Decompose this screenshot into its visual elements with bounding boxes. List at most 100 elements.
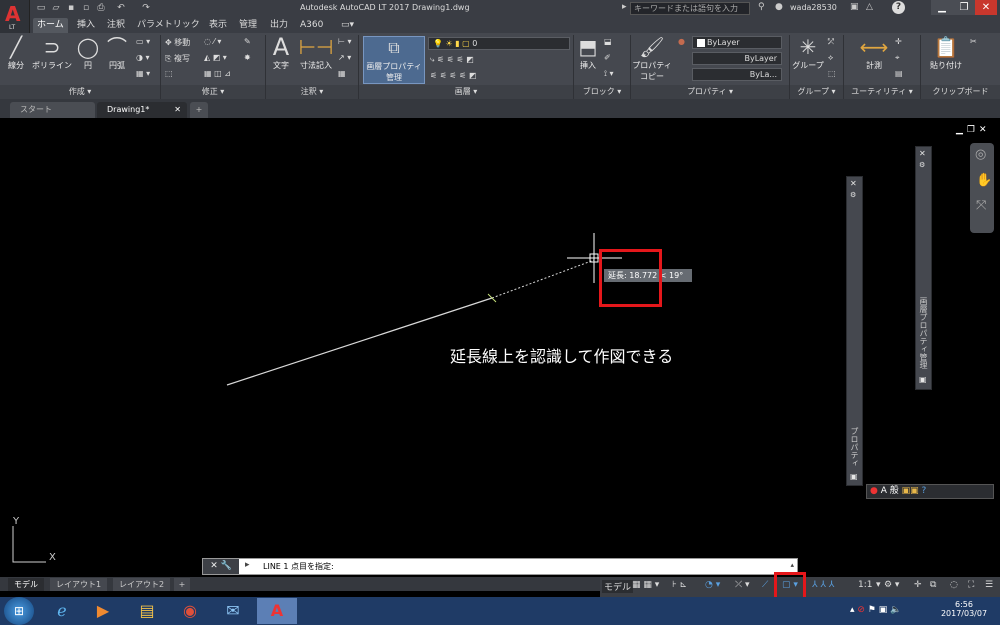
scale-dropdown-icon[interactable]: ▾	[876, 580, 881, 590]
mirror-icon[interactable]: ◭ ◩ ▾	[204, 53, 227, 62]
tab-model[interactable]: モデル	[8, 578, 44, 591]
steering-wheel-icon[interactable]: ◎	[975, 147, 986, 162]
units-icon[interactable]: ⧉	[930, 580, 936, 590]
application-menu-button[interactable]: A LT	[0, 0, 30, 33]
quick-calc-icon[interactable]: ✛	[895, 37, 902, 46]
layer-properties-palette[interactable]: ✕ ⚙ 画層プロパティ管理 ▣	[915, 146, 932, 390]
system-tray[interactable]: ▴ ⊘ ⚑ ▣ 🔈	[850, 605, 901, 615]
create-block-icon[interactable]: ⬓	[604, 37, 612, 46]
erase-icon[interactable]: ✎	[244, 37, 251, 46]
stretch-icon[interactable]: ⬚	[165, 69, 173, 78]
ime-help-icon[interactable]: ?	[922, 486, 927, 496]
model-space-button[interactable]: モデル	[602, 580, 634, 593]
group-edit-icon[interactable]: ⟡	[828, 53, 833, 63]
insert-button[interactable]: ⬒ 挿入	[575, 36, 601, 71]
line-button[interactable]: ╱ 線分	[3, 36, 29, 71]
tab-drawing1[interactable]: Drawing1* ✕	[97, 102, 187, 118]
modify-panel-title[interactable]: 修正 ▾	[161, 85, 265, 99]
ime-language-bar[interactable]: ● A 般 ▣▣ ?	[866, 484, 994, 499]
cut-icon[interactable]: ✂	[970, 37, 977, 46]
polyline-button[interactable]: ⊃ ポリライン	[30, 36, 74, 71]
taskbar-clock[interactable]: 6:56 2017/03/07	[935, 600, 993, 618]
internet-explorer-icon[interactable]: ℯ	[42, 598, 82, 624]
paste-button[interactable]: 📋 貼り付け	[926, 36, 966, 71]
palette-close-icon[interactable]: ✕	[850, 179, 857, 188]
table-icon[interactable]: ▦	[338, 69, 346, 78]
tab-manage[interactable]: 管理	[235, 18, 261, 33]
match-properties-button[interactable]: 🖌 プロパティコピー	[632, 36, 672, 82]
media-player-icon[interactable]: ▶	[83, 598, 123, 624]
annotation-scale[interactable]: 1:1	[858, 580, 872, 590]
customization-menu-icon[interactable]: ☰	[985, 580, 993, 590]
layer-tools-row2[interactable]: ⚟ ⚟ ⚟ ⚟ ◩	[430, 71, 476, 80]
explode-icon[interactable]: ✸	[244, 53, 251, 62]
tab-view[interactable]: 表示	[205, 18, 231, 33]
rectangle-icon[interactable]: ▭ ▾	[136, 37, 150, 46]
zoom-icon[interactable]: ⤧	[976, 198, 986, 213]
layer-dropdown[interactable]: 💡 ☀ ▮ ▢ 0	[428, 37, 570, 50]
measure-button[interactable]: ⟷ 計測	[858, 36, 890, 71]
tab-layout1[interactable]: レイアウト1	[50, 578, 108, 591]
command-history-icon[interactable]: ▴	[790, 561, 794, 569]
isodraft-icon[interactable]: ⤫ ▾	[735, 580, 750, 590]
annotation-monitor-icon[interactable]: ✛	[914, 580, 922, 590]
user-icon[interactable]: ●	[775, 2, 783, 12]
save-icon[interactable]: ▪	[65, 2, 77, 14]
object-snap-tracking-icon[interactable]: ⟋	[762, 580, 768, 590]
print-icon[interactable]: ⎙	[95, 2, 107, 14]
tab-start[interactable]: スタート	[10, 102, 95, 118]
scale-icon[interactable]: ▦ ◫ ⊿	[204, 69, 231, 78]
utilities-panel-title[interactable]: ユーティリティ ▾	[844, 85, 920, 99]
polar-tracking-icon[interactable]: ◔ ▾	[705, 580, 720, 590]
hatch-icon[interactable]: ◑ ▾	[136, 53, 150, 62]
clean-screen-icon[interactable]: ⛶	[968, 580, 974, 590]
arc-button[interactable]: ⌒ 円弧	[103, 36, 131, 71]
new-tab-button[interactable]: +	[190, 102, 208, 118]
id-point-icon[interactable]: ⌖	[895, 53, 900, 63]
ungroup-icon[interactable]: ⤱	[828, 37, 834, 47]
linear-dim-icon[interactable]: ⊢ ▾	[338, 37, 352, 46]
tab-annotate[interactable]: 注釈	[103, 18, 129, 33]
layers-panel-title[interactable]: 画層 ▾	[359, 85, 573, 99]
palette-settings-icon[interactable]: ⚙	[850, 191, 856, 199]
dimension-button[interactable]: ⊢⊣ 寸法記入	[298, 36, 334, 71]
properties-palette[interactable]: ✕ ⚙ プロパティ ▣	[846, 176, 863, 486]
save-as-icon[interactable]: ▫	[80, 2, 92, 14]
undo-icon[interactable]: ↶	[115, 2, 127, 14]
linetype-dropdown[interactable]: ByLayer	[692, 52, 782, 65]
lineweight-dropdown[interactable]: ByLa...	[692, 68, 782, 81]
layer-tools-row1[interactable]: ⤷ ⚟ ⚟ ⚟ ◩	[430, 55, 474, 65]
annotation-visibility-icon[interactable]: ⅄ ⅄ ⅄	[812, 580, 834, 590]
annotation-panel-title[interactable]: 注釈 ▾	[266, 85, 358, 99]
circle-button[interactable]: ◯ 円	[76, 36, 100, 71]
palette2-grip-icon[interactable]: ▣	[919, 375, 927, 384]
exchange-icon[interactable]: △	[866, 2, 873, 12]
pan-icon[interactable]: ✋	[976, 173, 992, 188]
navigation-bar[interactable]: ◎ ✋ ⤧	[970, 143, 994, 233]
text-button[interactable]: A 文字	[268, 35, 294, 71]
redo-icon[interactable]: ↷	[140, 2, 152, 14]
color-dropdown[interactable]: ByLayer	[692, 36, 782, 49]
open-file-icon[interactable]: ▱	[50, 2, 62, 14]
new-file-icon[interactable]: ▭	[35, 2, 47, 14]
clipboard-panel-title[interactable]: クリップボード	[921, 85, 1000, 99]
close-button[interactable]: ✕	[975, 0, 997, 15]
file-explorer-icon[interactable]: ▤	[127, 598, 167, 624]
close-tab-icon[interactable]: ✕	[174, 102, 181, 118]
calculator-icon[interactable]: ▤	[895, 69, 903, 78]
workspace-gear-icon[interactable]: ⚙ ▾	[884, 580, 899, 590]
start-button[interactable]: ⊞	[4, 597, 34, 625]
search-input[interactable]: キーワードまたは語句を入力	[630, 2, 750, 15]
group-button[interactable]: ✳ グループ	[790, 36, 826, 71]
minimize-button[interactable]: ▁	[931, 0, 953, 15]
tab-parametric[interactable]: パラメトリック	[133, 18, 204, 33]
palette-grip-icon[interactable]: ▣	[850, 472, 858, 481]
search-arrow-icon[interactable]: ▸	[622, 2, 627, 12]
maximize-button[interactable]: ❐	[953, 0, 975, 15]
ribbon-options-icon[interactable]: ▭▾	[337, 18, 358, 33]
command-line[interactable]: ✕ 🔧 ▸ LINE 1 点目を指定: ▴	[202, 558, 798, 575]
binoculars-icon[interactable]: ⚲	[758, 2, 765, 12]
group-select-icon[interactable]: ⬚	[828, 69, 836, 78]
attribute-icon[interactable]: ⟟ ▾	[604, 69, 614, 79]
palette2-close-icon[interactable]: ✕	[919, 149, 926, 158]
